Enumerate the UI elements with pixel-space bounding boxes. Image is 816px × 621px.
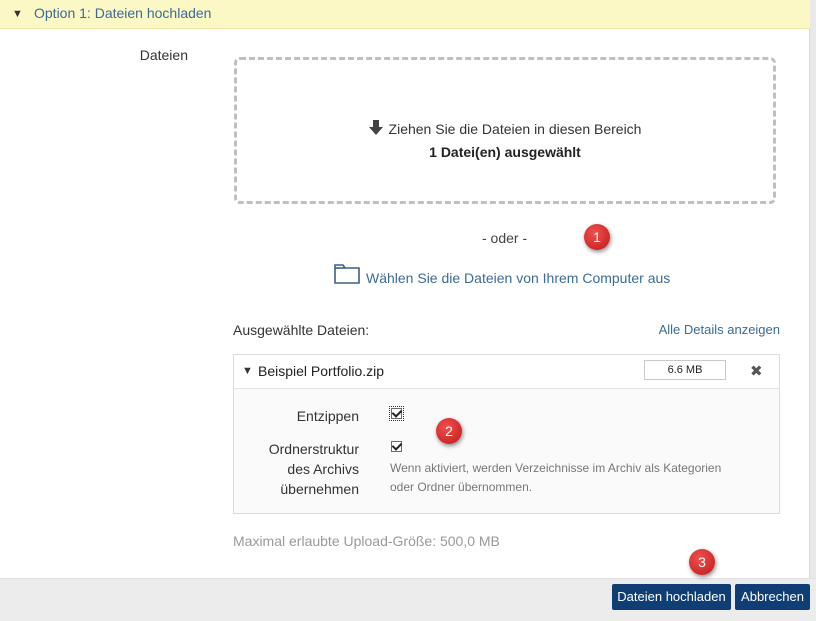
- callout-badge-2: 2: [436, 418, 462, 444]
- or-separator: - oder -: [482, 230, 528, 246]
- unzip-checkbox[interactable]: [389, 406, 404, 421]
- selected-files-label: Ausgewählte Dateien:: [233, 322, 370, 338]
- folder-icon: [334, 264, 360, 284]
- files-field-label: Dateien: [139, 47, 188, 63]
- download-arrow-icon: [368, 120, 383, 135]
- callout-badge-3: 3: [689, 549, 715, 575]
- scroll-edge: [809, 0, 816, 578]
- footer-bar: Dateien hochladen Abbrechen: [0, 578, 816, 621]
- upload-page: ▼ Option 1: Dateien hochladen Dateien Zi…: [0, 0, 816, 621]
- caret-down-icon: ▼: [12, 8, 23, 20]
- file-size: 6.6 MB: [644, 360, 726, 380]
- choose-files-label[interactable]: Wählen Sie die Dateien von Ihrem Compute…: [366, 270, 670, 286]
- file-options: Entzippen 2 Ordnerstruktur des Archivs ü…: [234, 389, 779, 513]
- folder-structure-label-2: des Archivs: [287, 461, 359, 477]
- panel-title[interactable]: Option 1: Dateien hochladen: [34, 5, 211, 21]
- folder-structure-checkbox[interactable]: [391, 441, 402, 452]
- selected-file-item: ▼ Beispiel Portfolio.zip 6.6 MB ✖ Entzip…: [233, 354, 780, 514]
- help-line: Wenn aktiviert, werden Verzeichnisse im …: [390, 461, 722, 475]
- upload-panel-header[interactable]: ▼ Option 1: Dateien hochladen: [0, 0, 810, 29]
- remove-x-icon[interactable]: ✖: [750, 362, 763, 380]
- callout-badge-1: 1: [584, 224, 610, 250]
- dropzone-instruction-row: Ziehen Sie die Dateien in diesen Bereich: [237, 120, 773, 137]
- file-name: Beispiel Portfolio.zip: [258, 363, 385, 379]
- unzip-label: Entzippen: [296, 408, 359, 424]
- selected-count: 1 Datei(en) ausgewählt: [429, 144, 581, 160]
- cancel-button[interactable]: Abbrechen: [735, 584, 810, 610]
- file-dropzone[interactable]: Ziehen Sie die Dateien in diesen Bereich…: [234, 57, 776, 204]
- max-upload-size: Maximal erlaubte Upload-Größe: 500,0 MB: [233, 533, 500, 549]
- help-line: oder Ordner übernommen.: [390, 480, 533, 494]
- folder-structure-help: Wenn aktiviert, werden Verzeichnisse im …: [390, 459, 770, 497]
- file-item-header[interactable]: ▼ Beispiel Portfolio.zip 6.6 MB ✖: [234, 355, 779, 389]
- show-all-details-link[interactable]: Alle Details anzeigen: [659, 322, 780, 337]
- folder-structure-label-1: Ordnerstruktur: [268, 441, 359, 457]
- dropzone-instruction: Ziehen Sie die Dateien in diesen Bereich: [388, 121, 642, 137]
- folder-structure-label-3: übernehmen: [280, 481, 359, 497]
- caret-down-icon[interactable]: ▼: [242, 365, 253, 377]
- upload-files-button[interactable]: Dateien hochladen: [612, 584, 731, 610]
